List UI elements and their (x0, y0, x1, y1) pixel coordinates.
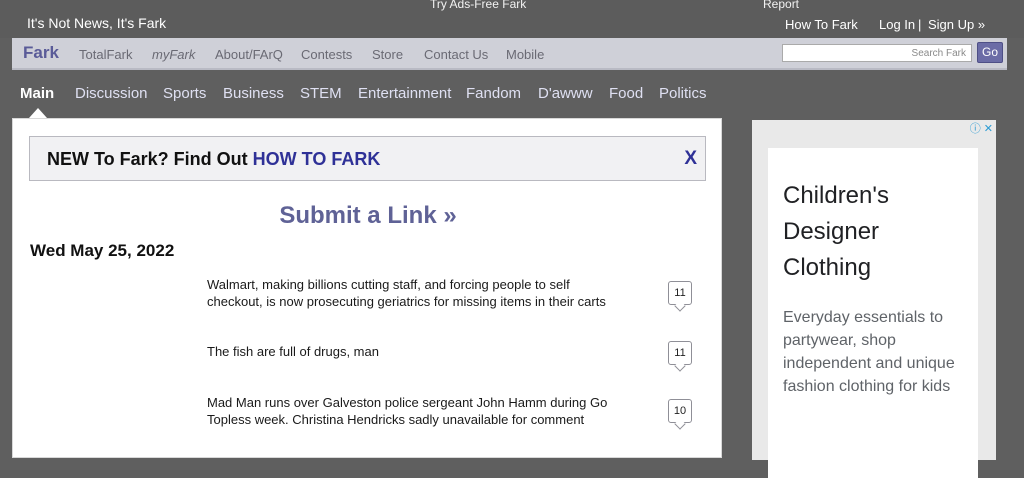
comment-count-icon[interactable]: 11 (668, 341, 692, 365)
nav-totalfark[interactable]: TotalFark (79, 47, 132, 62)
headline-link[interactable]: Mad Man runs over Galveston police serge… (207, 394, 627, 428)
headline-link[interactable]: Walmart, making billions cutting staff, … (207, 276, 627, 310)
submit-link-button[interactable]: Submit a Link » (13, 202, 723, 230)
how-to-fark-link[interactable]: How To Fark (785, 17, 858, 32)
banner-how-to-link[interactable]: HOW TO FARK (253, 149, 381, 169)
sign-up-link[interactable]: Sign Up » (928, 17, 985, 32)
category-tabs: Main Discussion Sports Business STEM Ent… (0, 78, 1024, 108)
ads-free-link[interactable]: Try Ads-Free Fark (430, 0, 526, 11)
main-nav: Fark TotalFark myFark About/FArQ Contest… (12, 38, 1007, 70)
comment-count-icon[interactable]: 10 (668, 399, 692, 423)
nav-myfark-label: myFark (152, 47, 196, 62)
tab-stem[interactable]: STEM (300, 85, 342, 102)
nav-about[interactable]: About/FArQ (215, 47, 283, 62)
tab-fandom[interactable]: Fandom (466, 85, 521, 102)
comment-count-icon[interactable]: 11 (668, 281, 692, 305)
fark-logo[interactable]: Fark (23, 43, 59, 63)
ad-body: Everyday essentials to partywear, shop i… (783, 309, 955, 395)
tab-sports[interactable]: Sports (163, 85, 206, 102)
active-tab-pointer (29, 108, 47, 118)
link-separator: | (918, 17, 922, 32)
search-go-button[interactable]: Go (977, 42, 1003, 63)
nav-contests[interactable]: Contests (301, 47, 352, 62)
ad-choices-icon[interactable]: ⓘ ✕ (970, 120, 993, 136)
nav-store[interactable]: Store (372, 47, 403, 62)
date-heading: Wed May 25, 2022 (30, 241, 175, 260)
tab-food[interactable]: Food (609, 85, 643, 102)
nav-mobile[interactable]: Mobile (506, 47, 544, 62)
banner-close-button[interactable]: X (684, 148, 697, 170)
ad-title[interactable]: Children's Designer Clothing (783, 178, 973, 286)
headline-link[interactable]: The fish are full of drugs, man (207, 343, 627, 360)
tab-main[interactable]: Main (20, 85, 54, 102)
tab-politics[interactable]: Politics (659, 85, 707, 102)
banner-prefix: NEW To Fark? Find Out (47, 149, 253, 169)
search-input[interactable] (782, 44, 972, 62)
report-link[interactable]: Report (763, 0, 799, 11)
main-content: NEW To Fark? Find Out HOW TO FARK X Subm… (12, 118, 722, 458)
banner-text: NEW To Fark? Find Out HOW TO FARK (47, 149, 380, 170)
tab-entertainment[interactable]: Entertainment (358, 85, 451, 102)
ad-column: ⓘ ✕ Children's Designer Clothing Everyda… (752, 120, 996, 478)
how-to-fark-banner: NEW To Fark? Find Out HOW TO FARK X (29, 136, 706, 181)
log-in-link[interactable]: Log In (879, 17, 915, 32)
top-bar: Try Ads-Free Fark Report It's Not News, … (0, 0, 1024, 38)
tab-business[interactable]: Business (223, 85, 284, 102)
nav-contact[interactable]: Contact Us (424, 47, 488, 62)
site-tagline: It's Not News, It's Fark (27, 15, 167, 31)
ad-card[interactable]: Children's Designer Clothing Everyday es… (768, 148, 978, 478)
nav-myfark[interactable]: myFark (152, 47, 195, 62)
tab-discussion[interactable]: Discussion (75, 85, 148, 102)
tab-dawww[interactable]: D'awww (538, 85, 593, 102)
